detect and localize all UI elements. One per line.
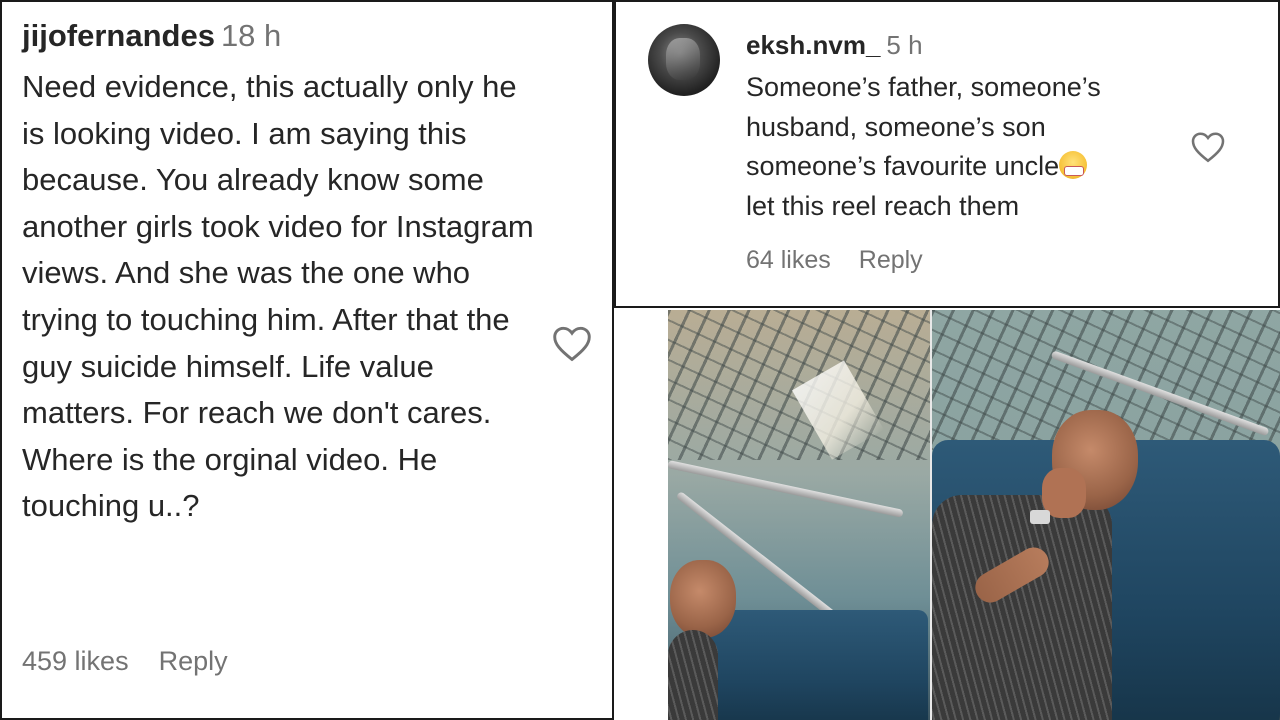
- comment-header: eksh.nvm_ 5 h: [746, 30, 923, 61]
- photo-panel-right: [932, 310, 1280, 720]
- mask-emoji-icon: [1059, 151, 1088, 179]
- photo-panel-left: [668, 310, 930, 720]
- heart-icon[interactable]: [1190, 130, 1226, 163]
- comment-text: Someone’s father, someone’s husband, som…: [746, 68, 1186, 226]
- comment-meta: 64 likes Reply: [746, 246, 923, 275]
- comment-username[interactable]: eksh.nvm_: [746, 30, 880, 60]
- comment-line-with-emoji: someone’s favourite uncle: [746, 147, 1186, 187]
- comment-timestamp: 18 h: [220, 18, 282, 53]
- passenger-figure: [668, 560, 748, 720]
- train-photo-collage: [668, 310, 1280, 720]
- comment-card-eksh-nvm: eksh.nvm_ 5 h Someone’s father, someone’s…: [614, 0, 1280, 308]
- heart-icon[interactable]: [551, 324, 593, 362]
- comment-line: husband, someone’s son: [746, 111, 1046, 142]
- comment-text: Need evidence, this actually only he is …: [22, 69, 534, 524]
- reply-button[interactable]: Reply: [159, 646, 228, 676]
- comment-meta: 459 likes Reply: [22, 646, 228, 677]
- passenger-head: [670, 560, 736, 638]
- avatar[interactable]: [648, 24, 720, 96]
- comment-line: let this reel reach them: [746, 190, 1020, 221]
- likes-count[interactable]: 64 likes: [746, 246, 831, 274]
- comment-line: someone’s favourite uncle: [746, 151, 1060, 181]
- comment-line: Someone’s father, someone’s: [746, 72, 1101, 102]
- wristwatch: [1030, 510, 1050, 524]
- comment-card-jijofernandes: jijofernandes 18 h Need evidence, this ac…: [0, 0, 614, 720]
- reply-button[interactable]: Reply: [859, 246, 923, 274]
- passenger-figure: [932, 410, 1142, 720]
- passenger-shirt: [932, 495, 1112, 720]
- likes-count[interactable]: 459 likes: [22, 646, 129, 676]
- comment-timestamp: 5 h: [886, 30, 923, 60]
- passenger-shirt: [668, 630, 718, 720]
- comment-header: jijofernandes 18 h: [22, 18, 281, 54]
- comment-username[interactable]: jijofernandes: [22, 18, 215, 53]
